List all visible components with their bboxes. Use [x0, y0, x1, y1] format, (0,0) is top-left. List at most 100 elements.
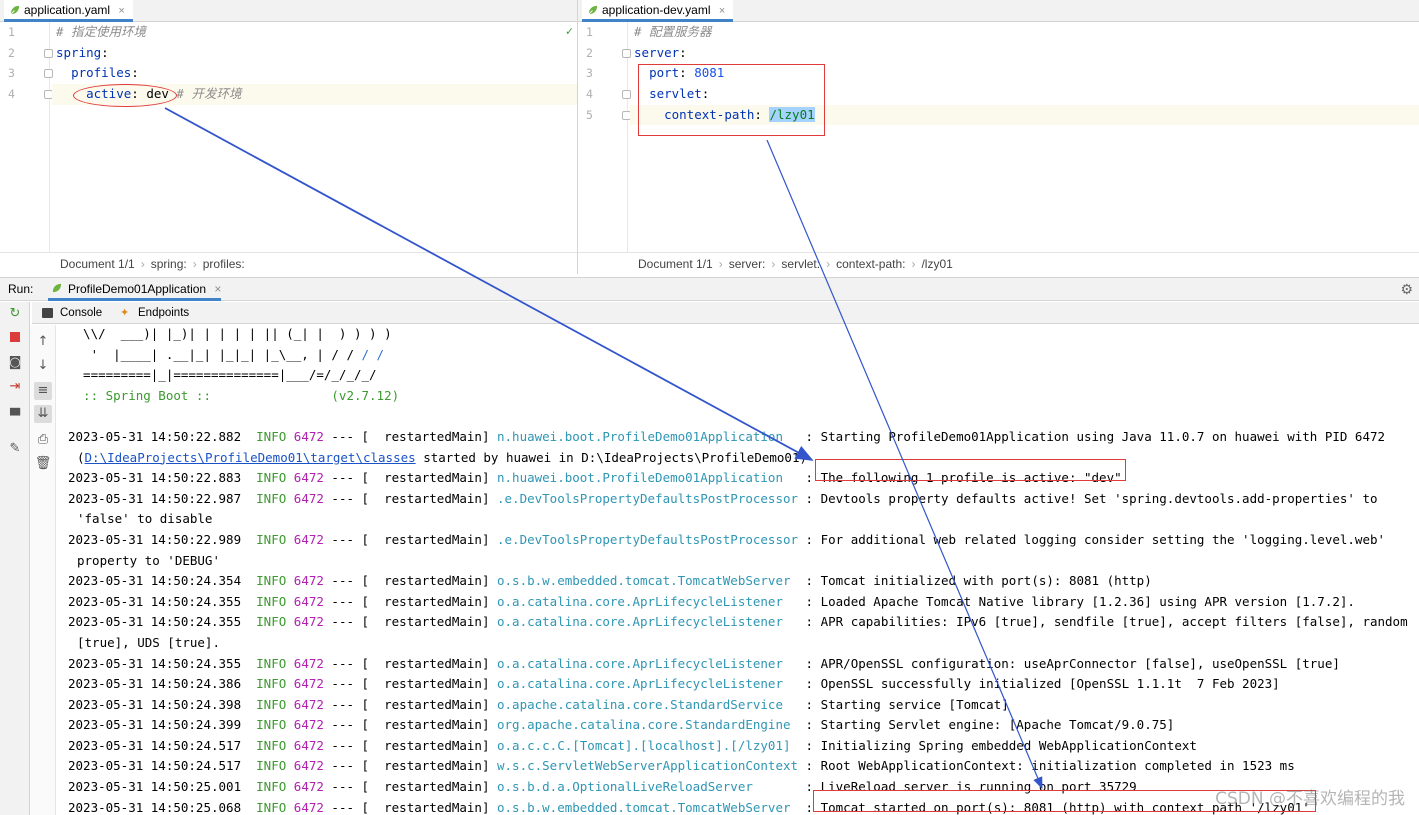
- console-output[interactable]: \\/ ___)| |_)| | | | | || (_| | ) ) ) ) …: [60, 324, 1419, 815]
- code-area[interactable]: # 指定使用环境 spring: profiles: active: dev # …: [52, 22, 577, 105]
- log-timestamp: 2023-05-31 14:50:25.001: [68, 779, 257, 795]
- console-log-line: 2023-05-31 14:50:22.987 INFO 6472 --- [ …: [60, 489, 1419, 510]
- log-thread: --- [ restartedMain]: [323, 573, 497, 589]
- stop-icon[interactable]: [6, 330, 24, 348]
- breadcrumb-separator: ›: [192, 257, 197, 271]
- camera-icon[interactable]: ◙: [6, 354, 24, 372]
- log-pid: 6472: [293, 655, 324, 671]
- log-pid: 6472: [293, 737, 324, 753]
- log-message: : OpenSSL successfully initialized [Open…: [798, 676, 1280, 692]
- log-level: INFO: [256, 737, 287, 753]
- spring-leaf-icon: [587, 5, 598, 16]
- yaml-comment: # 配置服务器: [634, 24, 712, 39]
- log-message: : Tomcat initialized with port(s): 8081 …: [798, 573, 1152, 589]
- arrow-up-icon[interactable]: ↑: [34, 333, 52, 351]
- gear-icon[interactable]: ⚙: [1400, 278, 1413, 300]
- tab-console[interactable]: Console: [42, 302, 102, 324]
- log-level: INFO: [256, 614, 287, 630]
- tab-endpoints[interactable]: ✦ Endpoints: [120, 302, 189, 324]
- exit-icon[interactable]: ⇥: [6, 378, 24, 396]
- console-wrap-line: property to 'DEBUG': [77, 552, 220, 568]
- log-logger: w.s.c.ServletWebServerApplicationContext: [497, 758, 799, 774]
- breadcrumb-separator: ›: [826, 257, 831, 271]
- log-level: INFO: [256, 676, 287, 692]
- arrow-down-icon[interactable]: ↓: [34, 357, 52, 375]
- log-message: : Starting ProfileDemo01Application usin…: [798, 428, 1386, 444]
- inspection-ok-icon: ✓: [565, 24, 573, 38]
- right-editor-pane: application-dev.yaml × 1 2 3 45 # 配置服务器 serv…: [578, 0, 1419, 274]
- soft-wrap-icon[interactable]: ≡: [34, 382, 52, 400]
- tab-application-yaml[interactable]: application.yaml ×: [4, 0, 133, 22]
- log-timestamp: 2023-05-31 14:50:22.883: [68, 470, 257, 486]
- code-line[interactable]: # 配置服务器: [630, 22, 1419, 43]
- code-line[interactable]: profiles:: [52, 63, 577, 84]
- log-timestamp: 2023-05-31 14:50:22.882: [68, 428, 257, 444]
- log-level: INFO: [256, 470, 287, 486]
- log-level: INFO: [256, 799, 287, 815]
- code-line[interactable]: servlet:: [630, 84, 1419, 105]
- log-timestamp: 2023-05-31 14:50:24.398: [68, 696, 257, 712]
- console-log-line: 2023-05-31 14:50:24.355 INFO 6472 --- [ …: [60, 654, 1419, 675]
- line-number-gutter: 1 234: [0, 22, 53, 252]
- console-banner-line: \\/ ___)| |_)| | | | | || (_| | ) ) ) ): [68, 326, 392, 341]
- log-message: : Starting Servlet engine: [Apache Tomca…: [798, 717, 1175, 733]
- pin-icon[interactable]: ✎: [6, 440, 24, 458]
- code-line[interactable]: server:: [630, 43, 1419, 64]
- log-timestamp: 2023-05-31 14:50:24.355: [68, 655, 257, 671]
- log-timestamp: 2023-05-31 14:50:24.386: [68, 676, 257, 692]
- tab-application-dev-yaml[interactable]: application-dev.yaml ×: [582, 0, 734, 22]
- log-logger: o.s.b.w.embedded.tomcat.TomcatWebServer: [497, 573, 799, 589]
- breadcrumb-item[interactable]: spring:: [151, 257, 187, 271]
- layout-icon[interactable]: ▀: [6, 408, 24, 426]
- spring-leaf-icon: [9, 5, 20, 16]
- code-area[interactable]: # 配置服务器 server: port: 8081 servlet: conte…: [630, 22, 1419, 126]
- breadcrumb-item[interactable]: profiles:: [203, 257, 245, 271]
- scroll-to-end-icon[interactable]: ⇊: [34, 405, 52, 423]
- console-wrap-line: 'false' to disable: [77, 511, 213, 527]
- banner-accent: / /: [353, 346, 385, 362]
- console-log-line: 2023-05-31 14:50:22.882 INFO 6472 --- [ …: [60, 427, 1419, 448]
- log-logger: n.huawei.boot.ProfileDemo01Application: [497, 428, 799, 444]
- close-icon[interactable]: ×: [214, 282, 221, 296]
- log-pid: 6472: [293, 614, 324, 630]
- console-banner-line: :: Spring Boot :: (v2.7.12): [68, 387, 400, 403]
- code-line[interactable]: context-path: /lzy01: [630, 104, 1419, 126]
- code-line[interactable]: # 指定使用环境: [52, 22, 577, 43]
- console-log-line: 2023-05-31 14:50:22.883 INFO 6472 --- [ …: [60, 468, 1419, 489]
- breadcrumb-separator: ›: [140, 257, 145, 271]
- console-icon: [42, 308, 53, 318]
- log-thread: --- [ restartedMain]: [323, 655, 497, 671]
- close-icon[interactable]: ×: [719, 5, 725, 17]
- left-editor-pane: application.yaml × 1 234 # 指定使用环境 spring: …: [0, 0, 578, 274]
- close-icon[interactable]: ×: [118, 5, 124, 17]
- line-number: 2: [0, 43, 53, 64]
- yaml-key: port: [649, 65, 680, 81]
- trash-icon[interactable]: 🗑: [34, 455, 52, 473]
- run-config-tab[interactable]: ProfileDemo01Application ×: [48, 278, 222, 301]
- log-pid: 6472: [293, 470, 324, 486]
- log-thread: --- [ restartedMain]: [323, 696, 497, 712]
- print-icon[interactable]: ⎙: [34, 431, 52, 449]
- breadcrumb-item[interactable]: /lzy01: [921, 257, 952, 271]
- log-thread: --- [ restartedMain]: [323, 531, 497, 547]
- breadcrumb-item[interactable]: context-path:: [836, 257, 905, 271]
- breadcrumb-item[interactable]: servlet:: [781, 257, 820, 271]
- console-tabbar: Console ✦ Endpoints: [32, 302, 1419, 324]
- log-level: INFO: [256, 593, 287, 609]
- log-thread: --- [ restartedMain]: [323, 779, 497, 795]
- breadcrumb-item[interactable]: Document 1/1: [60, 257, 135, 271]
- line-number: 1: [586, 25, 593, 39]
- rerun-icon[interactable]: ↻: [6, 305, 24, 323]
- code-line[interactable]: port: 8081: [630, 63, 1419, 84]
- code-line[interactable]: active: dev # 开发环境: [52, 84, 577, 105]
- yaml-key: profiles: [71, 65, 132, 81]
- breadcrumb-item[interactable]: server:: [729, 257, 766, 271]
- left-editor[interactable]: 1 234 # 指定使用环境 spring: profiles: active: d…: [0, 22, 577, 252]
- log-thread: --- [ restartedMain]: [323, 799, 497, 815]
- log-logger: n.huawei.boot.ProfileDemo01Application: [497, 470, 799, 486]
- code-line[interactable]: spring:: [52, 43, 577, 64]
- breadcrumb-item[interactable]: Document 1/1: [638, 257, 713, 271]
- console-log-line: 2023-05-31 14:50:24.398 INFO 6472 --- [ …: [60, 695, 1419, 716]
- classpath-link[interactable]: D:\IdeaProjects\ProfileDemo01\target\cla…: [85, 450, 416, 465]
- right-editor[interactable]: 1 2 3 45 # 配置服务器 server: port: 8081 servlet:…: [578, 22, 1419, 252]
